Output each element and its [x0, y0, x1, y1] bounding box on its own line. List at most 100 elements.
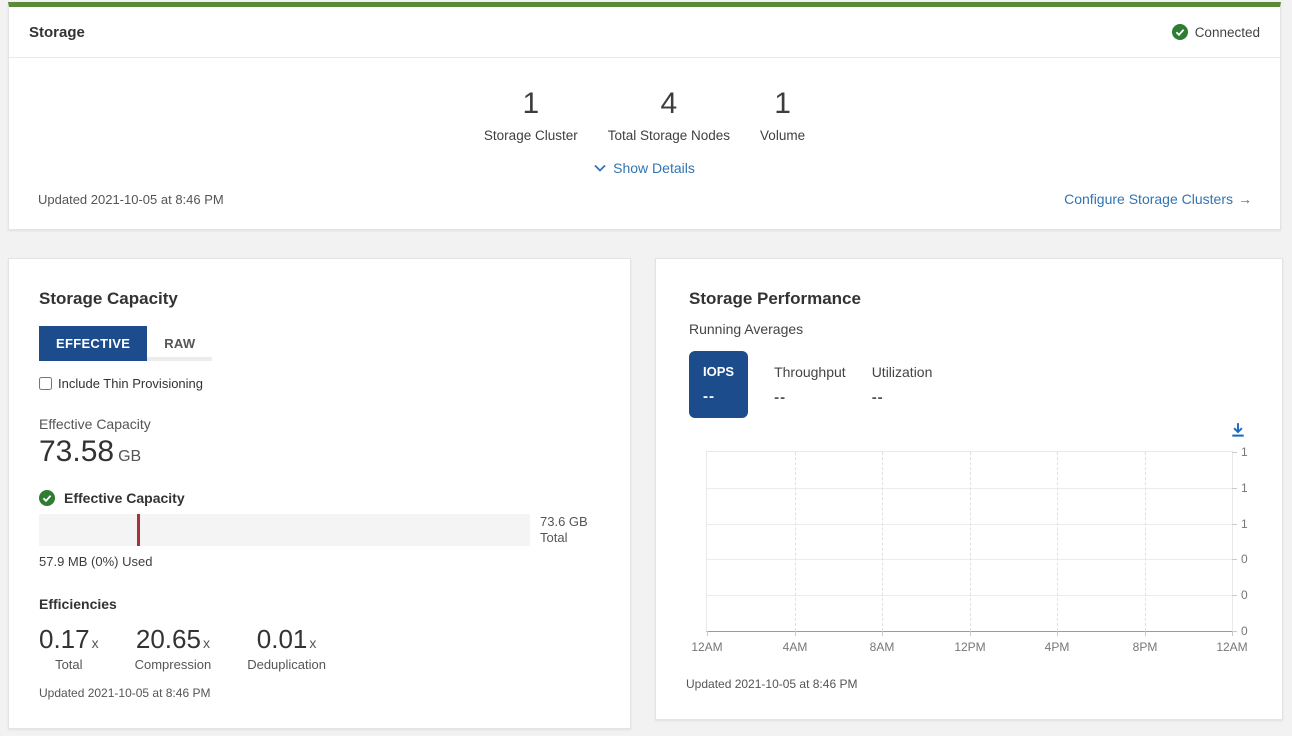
- connection-status-badge: Connected: [1172, 24, 1260, 40]
- efficiency-label: Deduplication: [247, 657, 326, 672]
- capacity-updated-timestamp: Updated 2021-10-05 at 8:46 PM: [39, 686, 210, 700]
- chart-tick-label: 4PM: [1032, 640, 1082, 654]
- metric-label: IOPS: [703, 364, 734, 379]
- arrow-right-icon: →: [1238, 191, 1252, 207]
- storage-overview-card: Storage Connected 1 Storage Cluster 4 To…: [8, 2, 1281, 230]
- capacity-total-value: 73.6 GB: [540, 514, 588, 530]
- connected-check-icon: [1172, 24, 1188, 40]
- stat-total-storage-nodes: 4 Total Storage Nodes: [608, 88, 730, 143]
- chart-gridline: [1057, 631, 1058, 636]
- performance-chart: 11100012AM4AM8AM12PM4PM8PM12AM: [706, 451, 1233, 632]
- thin-provisioning-label: Include Thin Provisioning: [58, 376, 203, 391]
- storage-performance-card: Storage Performance Running Averages IOP…: [655, 258, 1283, 720]
- efficiency-suffix: x: [92, 635, 99, 651]
- capacity-total-labels: 73.6 GB Total: [540, 514, 588, 546]
- chart-gridline: [1232, 524, 1237, 525]
- chart-tick-label: 0: [1241, 552, 1248, 566]
- efficiency-compression: 20.65x Compression: [135, 624, 212, 672]
- efficiency-suffix: x: [309, 635, 316, 651]
- chart-gridline: [1232, 559, 1237, 560]
- performance-card-title: Storage Performance: [689, 289, 1249, 309]
- stat-label: Total Storage Nodes: [608, 128, 730, 143]
- chart-gridline: [1057, 452, 1058, 631]
- metric-tab-throughput[interactable]: Throughput --: [774, 351, 846, 419]
- capacity-tabs: EFFECTIVE RAW: [39, 326, 600, 361]
- capacity-used-label: 57.9 MB (0%) Used: [39, 554, 600, 569]
- chart-gridline: [1232, 631, 1233, 636]
- capacity-bar-status: Effective Capacity: [39, 490, 600, 506]
- performance-metric-tabs: IOPS -- Throughput -- Utilization --: [689, 351, 1249, 419]
- metric-tab-iops[interactable]: IOPS --: [689, 351, 748, 418]
- stat-value: 1: [484, 88, 578, 120]
- chart-gridline: [1232, 452, 1237, 453]
- stat-label: Volume: [760, 128, 805, 143]
- chart-tick-label: 8PM: [1120, 640, 1170, 654]
- effective-capacity-label: Effective Capacity: [39, 416, 600, 432]
- chart-tick-label: 4AM: [770, 640, 820, 654]
- capacity-unit: GB: [118, 448, 141, 466]
- efficiency-value-row: 0.01x: [247, 624, 326, 655]
- configure-link-label: Configure Storage Clusters: [1064, 191, 1233, 207]
- efficiency-value-row: 0.17x: [39, 624, 99, 655]
- stat-value: 4: [608, 88, 730, 120]
- chart-tick-label: 8AM: [857, 640, 907, 654]
- capacity-threshold-marker: [137, 514, 140, 546]
- download-icon: [1230, 422, 1246, 438]
- stat-label: Storage Cluster: [484, 128, 578, 143]
- configure-storage-clusters-link[interactable]: Configure Storage Clusters →: [1064, 191, 1252, 207]
- metric-tab-utilization[interactable]: Utilization --: [872, 351, 933, 419]
- show-details-label: Show Details: [613, 160, 695, 176]
- metric-value: --: [872, 389, 933, 406]
- chart-gridline: [882, 452, 883, 631]
- efficiency-suffix: x: [203, 635, 210, 651]
- stat-volume: 1 Volume: [760, 88, 805, 143]
- chevron-down-icon: [594, 164, 606, 172]
- chart-tick-label: 12PM: [945, 640, 995, 654]
- tab-effective[interactable]: EFFECTIVE: [39, 326, 147, 361]
- efficiency-label: Compression: [135, 657, 212, 672]
- efficiency-total: 0.17x Total: [39, 624, 99, 672]
- stat-value: 1: [760, 88, 805, 120]
- chart-gridline: [795, 452, 796, 631]
- capacity-total-label: Total: [540, 530, 588, 546]
- performance-updated-timestamp: Updated 2021-10-05 at 8:46 PM: [686, 677, 857, 691]
- chart-tick-label: 0: [1241, 588, 1248, 602]
- capacity-bar: [39, 514, 530, 546]
- storage-stats-row: 1 Storage Cluster 4 Total Storage Nodes …: [9, 88, 1280, 143]
- storage-capacity-card: Storage Capacity EFFECTIVE RAW Include T…: [8, 258, 631, 729]
- chart-gridline: [970, 631, 971, 636]
- chart-gridline: [1232, 595, 1237, 596]
- stat-storage-cluster: 1 Storage Cluster: [484, 88, 578, 143]
- connection-status-label: Connected: [1195, 25, 1260, 40]
- chart-tick-label: 12AM: [1207, 640, 1257, 654]
- thin-provisioning-row: Include Thin Provisioning: [39, 376, 600, 391]
- chart-gridline: [795, 631, 796, 636]
- storage-updated-timestamp: Updated 2021-10-05 at 8:46 PM: [38, 192, 224, 207]
- chart-gridline: [707, 631, 708, 636]
- thin-provisioning-checkbox[interactable]: [39, 377, 52, 390]
- efficiency-value: 20.65: [136, 624, 201, 654]
- efficiency-deduplication: 0.01x Deduplication: [247, 624, 326, 672]
- chart-tick-label: 1: [1241, 445, 1248, 459]
- performance-chart-plot: 11100012AM4AM8AM12PM4PM8PM12AM: [706, 451, 1233, 632]
- storage-card-header: Storage Connected: [9, 7, 1280, 58]
- efficiencies-title: Efficiencies: [39, 596, 600, 612]
- metric-label: Throughput: [774, 364, 846, 380]
- chart-gridline: [970, 452, 971, 631]
- effective-capacity-value-row: 73.58 GB: [39, 435, 600, 469]
- download-chart-button[interactable]: [1230, 422, 1246, 438]
- tab-raw[interactable]: RAW: [147, 326, 212, 361]
- storage-card-title: Storage: [29, 24, 85, 41]
- capacity-value: 73.58: [39, 435, 114, 469]
- efficiency-value: 0.17: [39, 624, 90, 654]
- show-details-link[interactable]: Show Details: [9, 160, 1280, 176]
- efficiencies-row: 0.17x Total 20.65x Compression 0.01x Ded…: [39, 624, 600, 672]
- efficiency-value: 0.01: [257, 624, 308, 654]
- capacity-bar-wrap: 73.6 GB Total: [39, 514, 600, 546]
- efficiency-label: Total: [39, 657, 99, 672]
- capacity-card-title: Storage Capacity: [39, 289, 600, 309]
- performance-subtitle: Running Averages: [689, 321, 1249, 337]
- capacity-ok-check-icon: [39, 490, 55, 506]
- chart-gridline: [1145, 452, 1146, 631]
- chart-gridline: [1145, 631, 1146, 636]
